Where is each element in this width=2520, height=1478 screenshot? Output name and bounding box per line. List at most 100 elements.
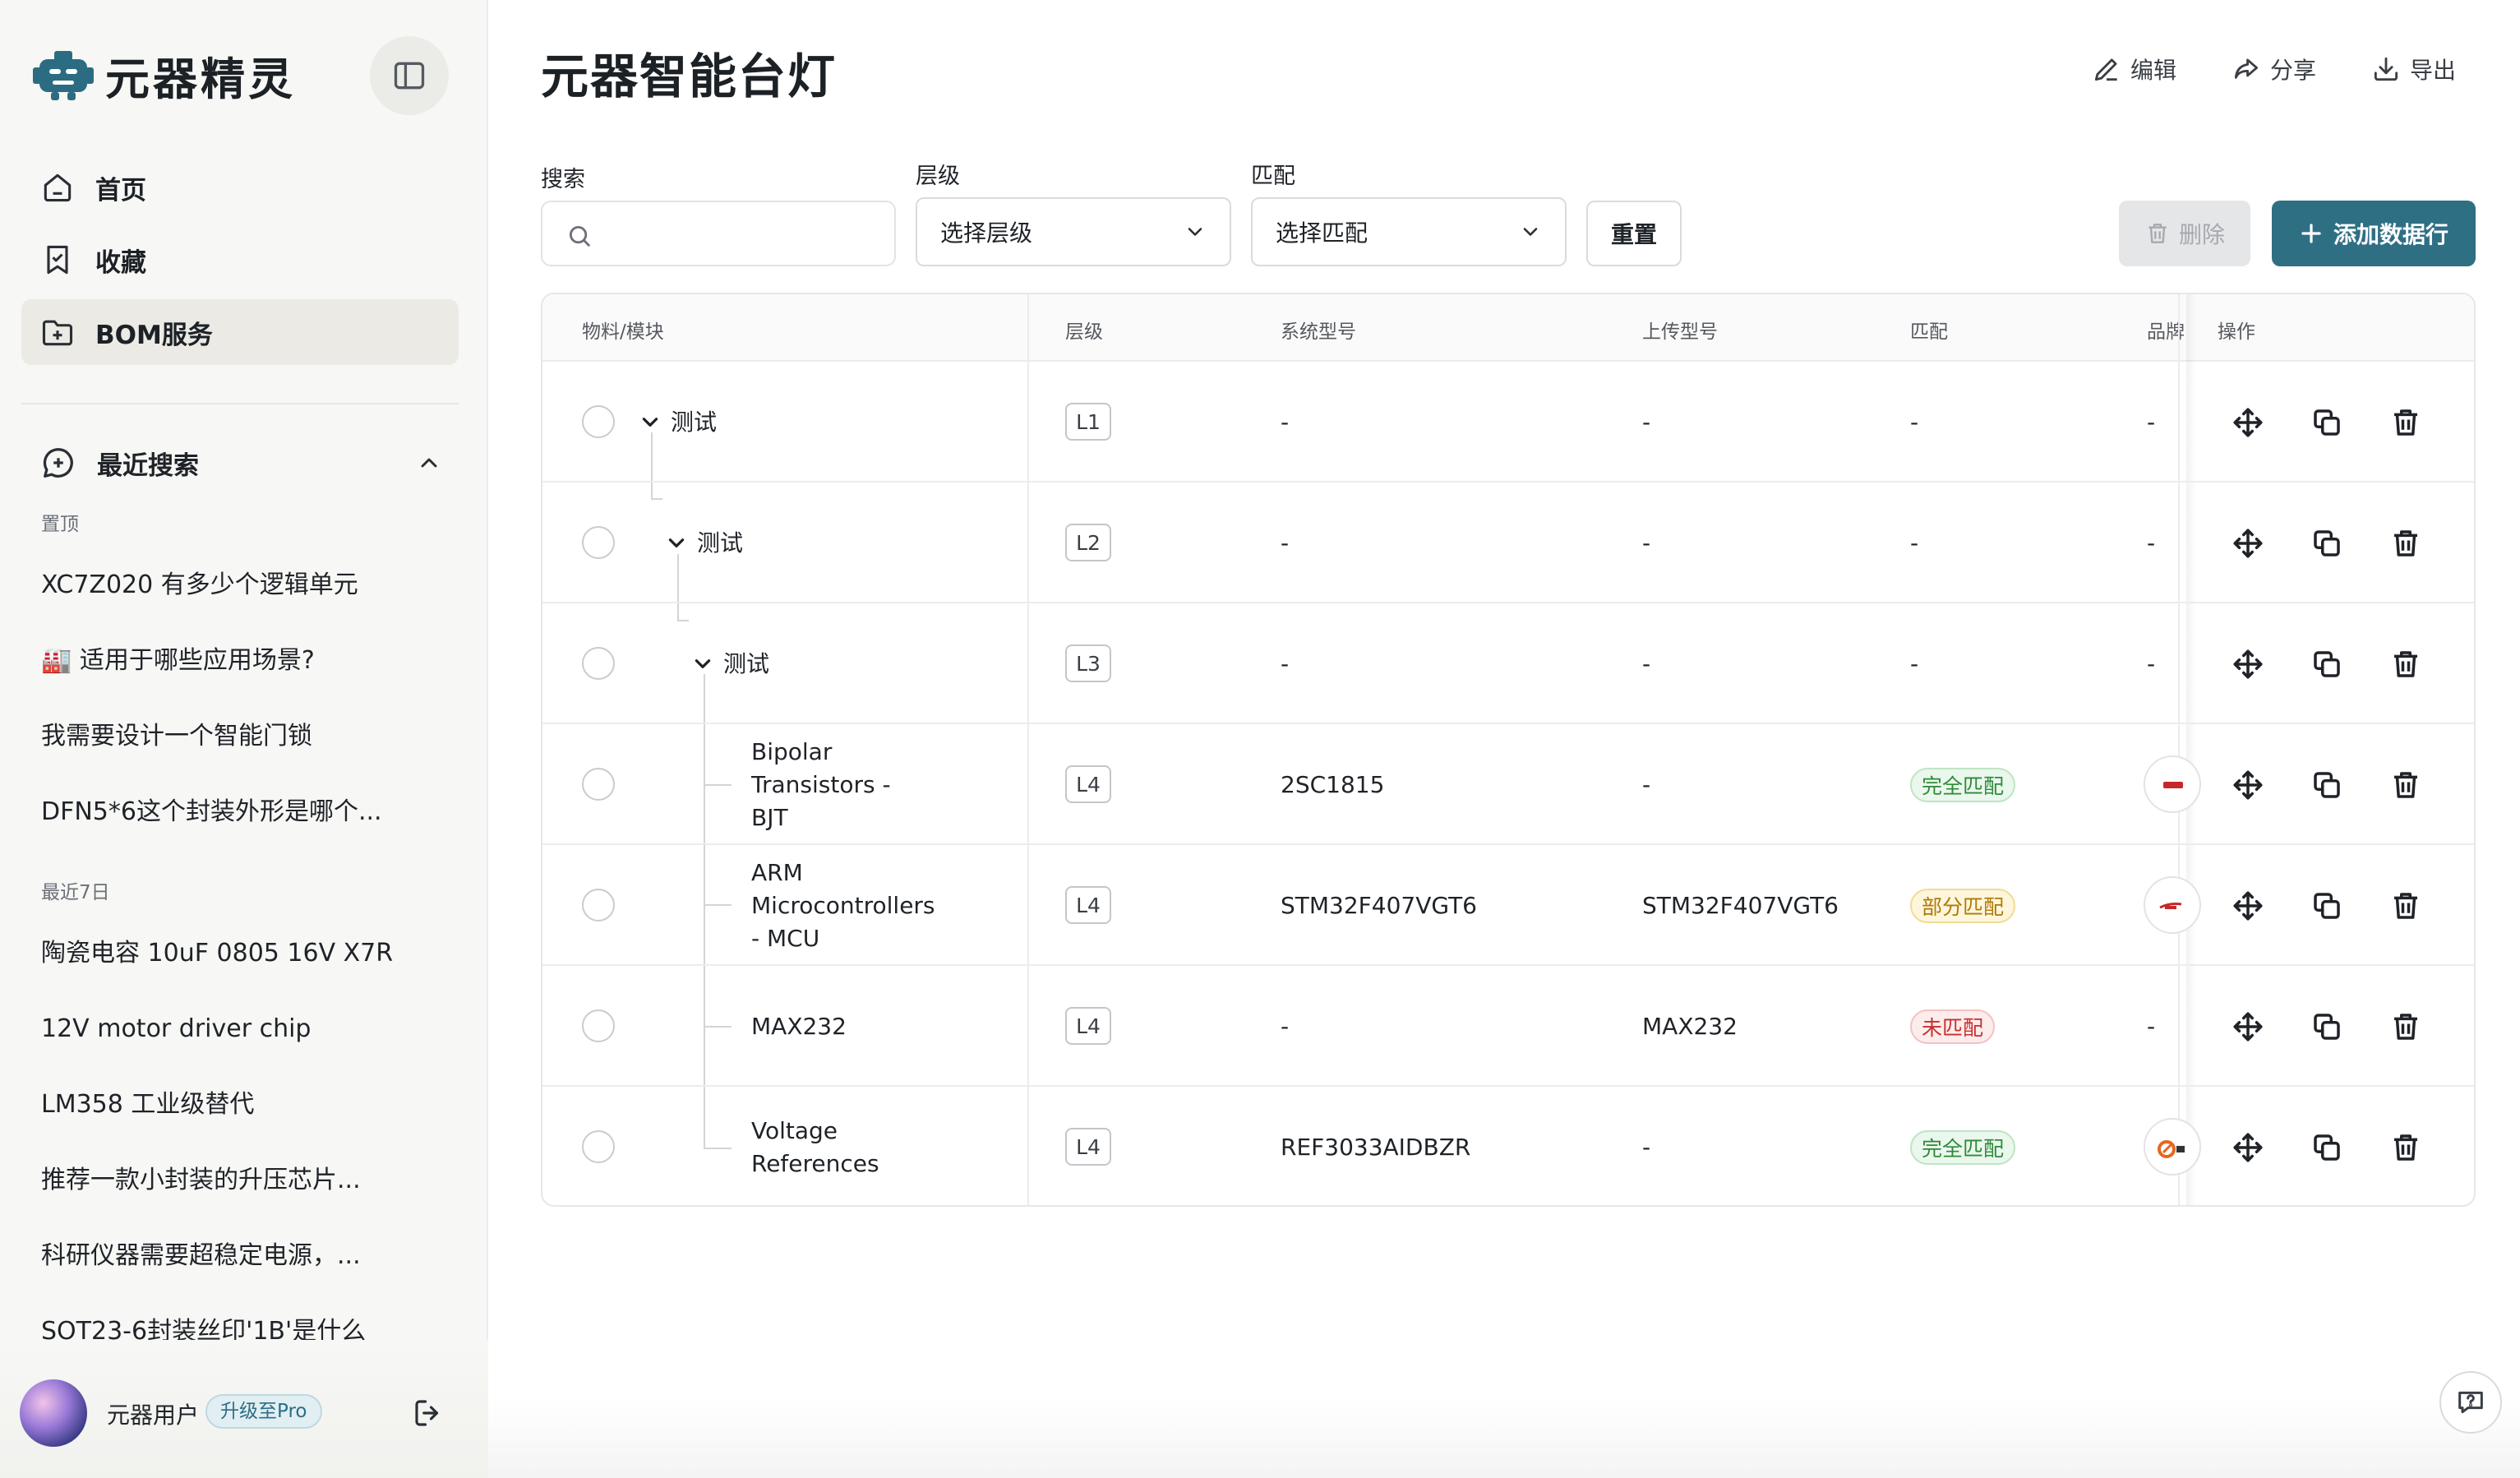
sidebar-toggle-button[interactable]: [370, 36, 449, 115]
recent-item[interactable]: SOT23-6封装丝印'1B'是什么: [41, 1294, 452, 1340]
trash-icon[interactable]: [2388, 647, 2423, 681]
reset-button[interactable]: 重置: [1586, 201, 1682, 266]
edit-label: 编辑: [2130, 57, 2176, 84]
move-icon[interactable]: [2231, 526, 2265, 561]
recent-item[interactable]: 🏭 适用于哪些应用场景?: [41, 623, 452, 699]
copy-icon[interactable]: [2310, 768, 2344, 802]
recent-item[interactable]: 陶瓷电容 10uF 0805 16V X7R: [41, 916, 452, 991]
match-select[interactable]: 选择匹配: [1251, 197, 1567, 266]
material-name: MAX232: [751, 1013, 847, 1040]
recent-item[interactable]: 推荐一款小封装的升压芯片...: [41, 1143, 452, 1218]
table-row[interactable]: Voltage References L4 REF3033AIDBZR - 完全…: [542, 1087, 2474, 1205]
recent-item[interactable]: 12V motor driver chip: [41, 991, 452, 1067]
app-logo[interactable]: 元器精灵: [33, 43, 296, 108]
sidebar-divider: [21, 403, 459, 404]
user-name: 元器用户: [107, 1402, 200, 1429]
export-button[interactable]: 导出: [2370, 53, 2456, 85]
nav-item-home[interactable]: 首页: [21, 155, 459, 220]
chevron-down-icon[interactable]: [692, 653, 713, 674]
add-row-button[interactable]: 添加数据行: [2272, 201, 2476, 266]
material-name: 测试: [671, 409, 718, 436]
trash-icon[interactable]: [2388, 768, 2423, 802]
help-button[interactable]: [2439, 1371, 2502, 1434]
share-icon: [2234, 58, 2259, 79]
chevron-down-icon[interactable]: [666, 532, 687, 553]
copy-icon[interactable]: [2310, 405, 2344, 440]
match-cell: -: [1910, 409, 1919, 436]
nav-item-label: BOM服务: [95, 320, 213, 350]
brand-logo: [2144, 1118, 2201, 1175]
move-icon[interactable]: [2231, 1009, 2265, 1044]
copy-icon[interactable]: [2310, 1009, 2344, 1044]
recent-item[interactable]: 我需要设计一个智能门锁: [41, 699, 452, 774]
chat-plus-icon: [43, 448, 73, 478]
chevron-up-icon[interactable]: [416, 450, 442, 476]
recent-item[interactable]: 科研仪器需要超稳定电源，...: [41, 1218, 452, 1294]
recent-item[interactable]: XC7Z020 有多少个逻辑单元: [41, 547, 452, 623]
copy-icon[interactable]: [2310, 526, 2344, 561]
table-row[interactable]: Bipolar Transistors - BJT L4 2SC1815 - 完…: [542, 724, 2474, 845]
edit-button[interactable]: 编辑: [2091, 53, 2176, 85]
recent-item[interactable]: LM358 工业级替代: [41, 1067, 452, 1143]
table-row[interactable]: 测试 L1 - - - -: [542, 362, 2474, 483]
level-filter-label: 层级: [916, 164, 960, 189]
move-icon[interactable]: [2231, 405, 2265, 440]
match-status-badge: 完全匹配: [1910, 767, 2016, 802]
move-icon[interactable]: [2231, 889, 2265, 923]
table-row[interactable]: MAX232 L4 - MAX232 未匹配 -: [542, 966, 2474, 1087]
brand-logo-icon: [2159, 903, 2182, 909]
nav-item-bom[interactable]: BOM服务: [21, 299, 459, 365]
nav-item-label: 首页: [95, 175, 146, 206]
trash-icon[interactable]: [2388, 1009, 2423, 1044]
brand-cell: -: [2147, 1013, 2156, 1040]
match-cell: 部分匹配: [1910, 845, 2016, 966]
row-actions: [2195, 845, 2423, 966]
bom-table: 物料/模块 层级 系统型号 上传型号 匹配 品牌 操作 测试 L1 - - - …: [541, 293, 2476, 1207]
copy-icon[interactable]: [2310, 647, 2344, 681]
avatar[interactable]: [20, 1379, 87, 1447]
move-icon[interactable]: [2231, 647, 2265, 681]
chevron-down-icon[interactable]: [639, 411, 661, 432]
sys-model-cell: -: [1281, 650, 1290, 677]
table-row[interactable]: 测试 L2 - - - -: [542, 483, 2474, 603]
recent-search-header[interactable]: 最近搜索: [39, 444, 442, 482]
trash-icon[interactable]: [2388, 405, 2423, 440]
trash-icon[interactable]: [2388, 889, 2423, 923]
upgrade-pro-badge[interactable]: 升级至Pro: [205, 1394, 322, 1429]
upload-model-cell: MAX232: [1642, 1013, 1738, 1040]
table-row[interactable]: ARM Microcontrollers - MCU L4 STM32F407V…: [542, 845, 2474, 966]
level-badge: L1: [1065, 403, 1111, 441]
table-row[interactable]: 测试 L3 - - - -: [542, 603, 2474, 724]
material-name: Bipolar Transistors - BJT: [751, 738, 891, 831]
row-checkbox[interactable]: [582, 405, 615, 438]
sys-model-cell: -: [1281, 529, 1290, 557]
level-select[interactable]: 选择层级: [916, 197, 1231, 266]
row-checkbox[interactable]: [582, 647, 615, 680]
row-checkbox[interactable]: [582, 889, 615, 921]
nav-item-favorites[interactable]: 收藏: [21, 227, 459, 293]
material-name: ARM Microcontrollers - MCU: [751, 859, 935, 952]
upload-model-cell: -: [1642, 771, 1651, 798]
copy-icon[interactable]: [2310, 1130, 2344, 1165]
trash-icon[interactable]: [2388, 1130, 2423, 1165]
search-input[interactable]: [541, 201, 896, 266]
row-checkbox[interactable]: [582, 768, 615, 801]
page-title: 元器智能台灯: [541, 48, 838, 104]
move-icon[interactable]: [2231, 768, 2265, 802]
match-select-value: 选择匹配: [1276, 219, 1368, 247]
recent-item[interactable]: DFN5*6这个封装外形是哪个...: [41, 774, 452, 850]
share-button[interactable]: 分享: [2231, 53, 2316, 85]
copy-icon[interactable]: [2310, 889, 2344, 923]
row-checkbox[interactable]: [582, 1009, 615, 1042]
match-status-badge: 部分匹配: [1910, 888, 2016, 923]
delete-button[interactable]: 删除: [2119, 201, 2250, 266]
move-icon[interactable]: [2231, 1130, 2265, 1165]
row-checkbox[interactable]: [582, 526, 615, 559]
trash-icon[interactable]: [2388, 526, 2423, 561]
share-label: 分享: [2269, 57, 2316, 84]
week-list: 陶瓷电容 10uF 0805 16V X7R 12V motor driver …: [41, 916, 452, 1340]
row-checkbox[interactable]: [582, 1130, 615, 1163]
brand-cell: -: [2147, 409, 2156, 436]
logout-icon[interactable]: [411, 1396, 445, 1430]
brand-logo: [2144, 755, 2201, 813]
